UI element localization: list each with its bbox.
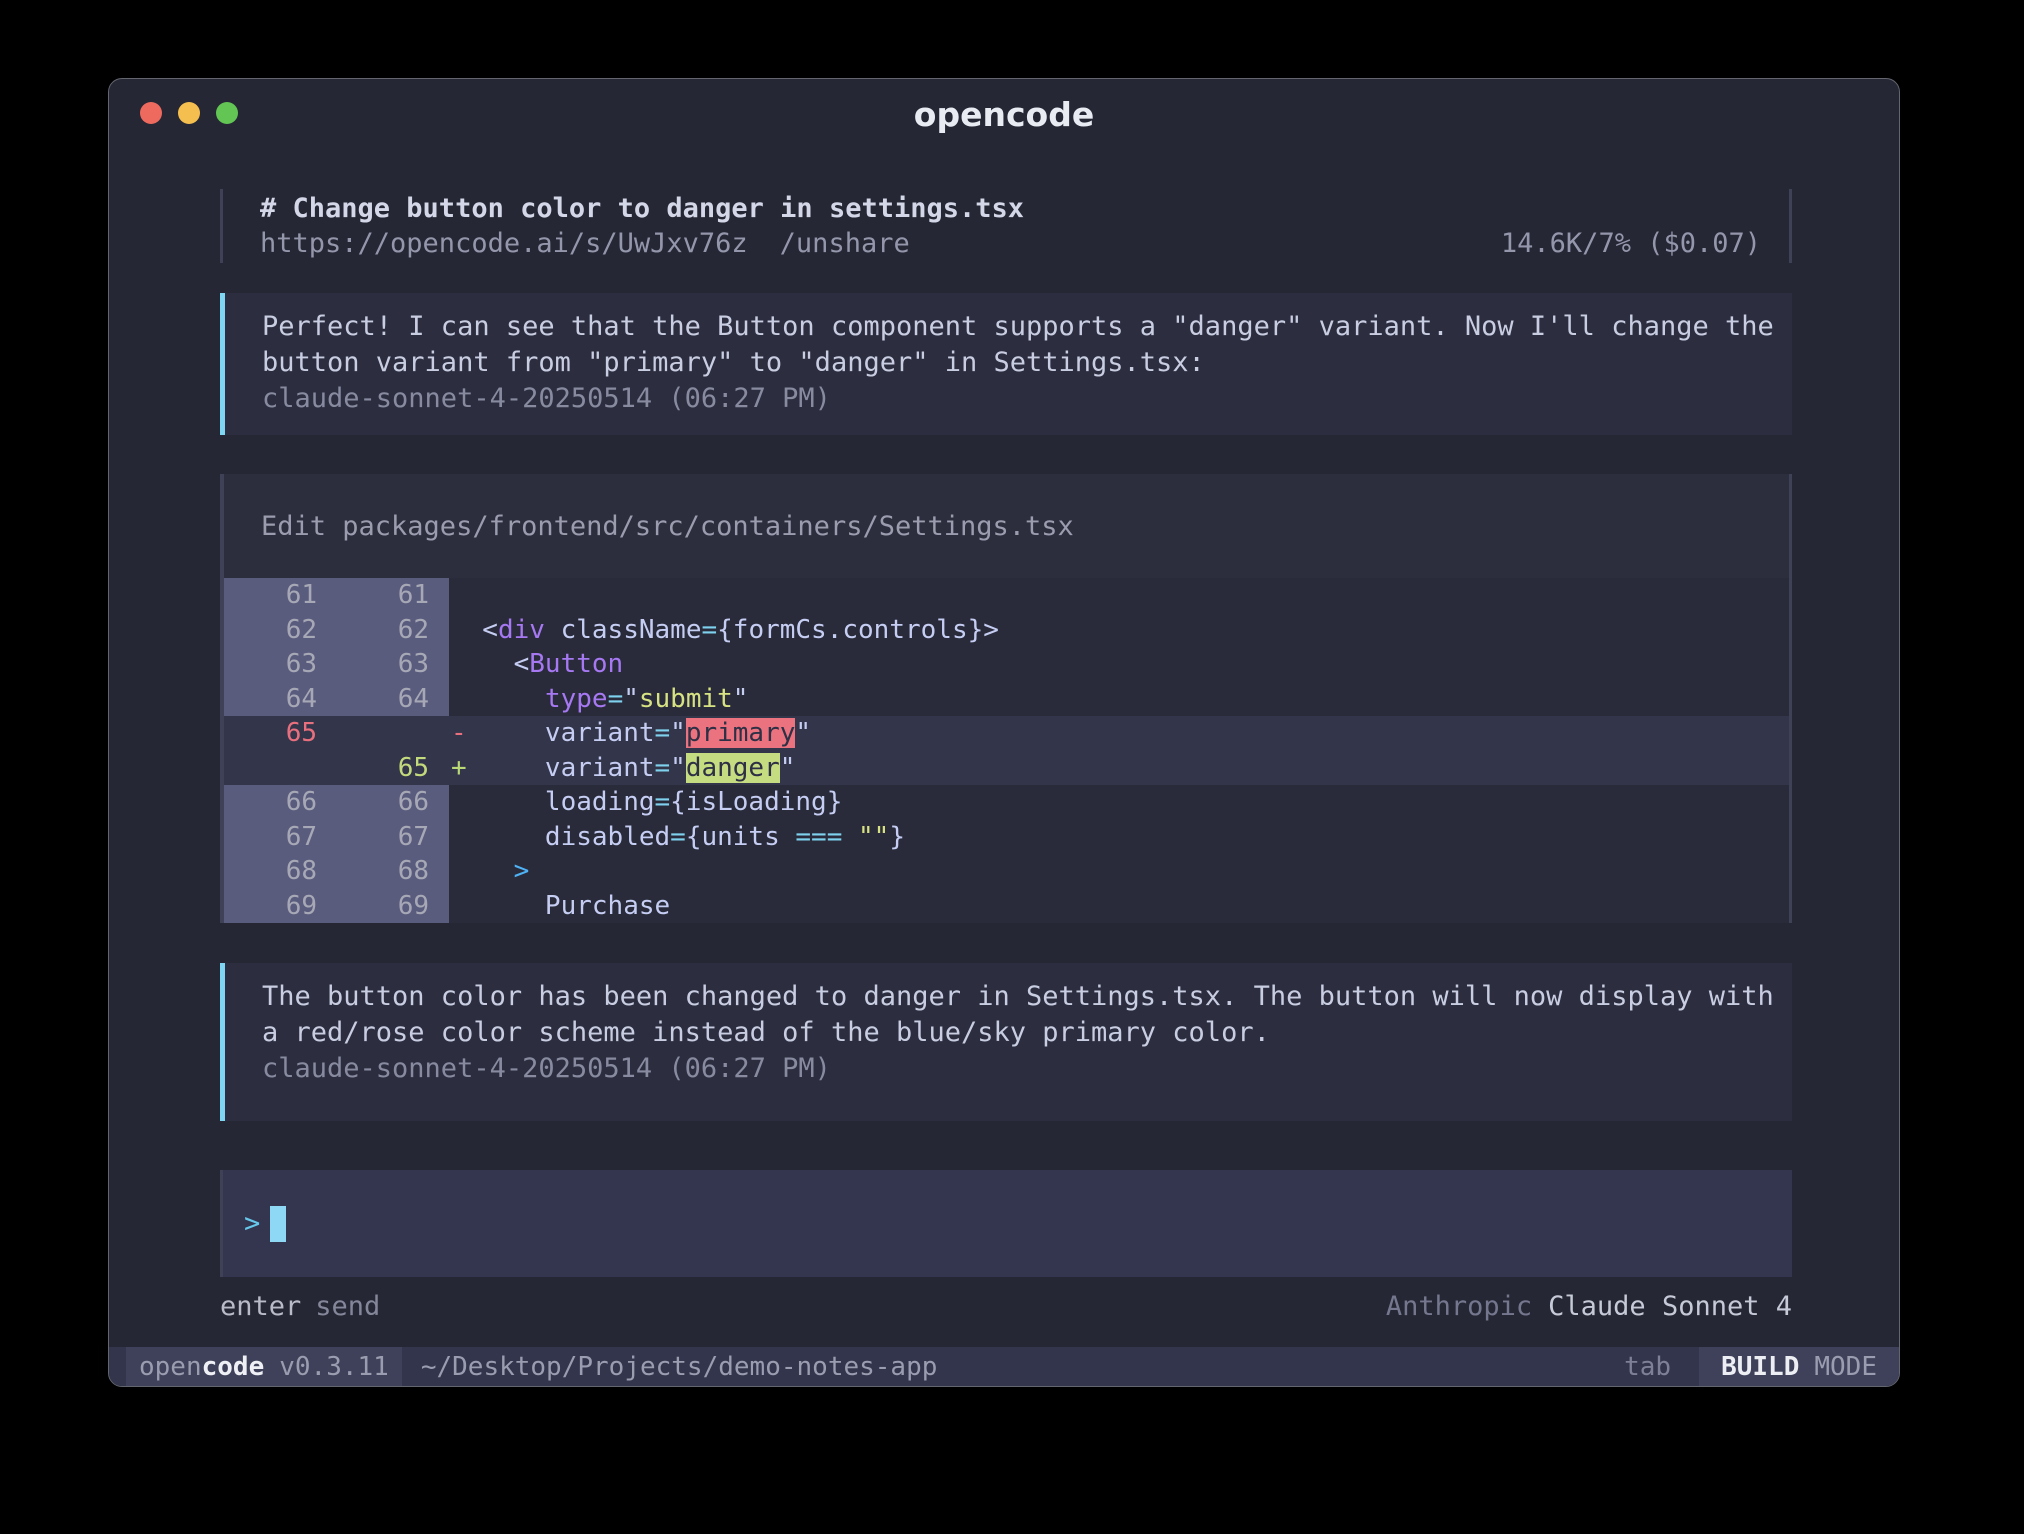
diff-marker [451, 854, 467, 889]
diff-row: 6363 <Button [224, 647, 1789, 682]
old-line-number: 62 [224, 613, 337, 648]
old-line-number: 67 [224, 820, 337, 855]
opencode-window: opencode # Change button color to danger… [108, 78, 1900, 1387]
session-title: # Change button color to danger in setti… [260, 191, 1024, 226]
prompt-input[interactable]: > [220, 1170, 1792, 1277]
diff-row: 6969 Purchase [224, 889, 1789, 924]
mode-bold-label: BUILD [1721, 1352, 1799, 1382]
diff-row: 6666 loading={isLoading} [224, 785, 1789, 820]
mode-chip[interactable]: BUILD MODE [1699, 1347, 1899, 1386]
enter-key-hint: enter [220, 1291, 301, 1322]
status-bar-right: tab BUILD MODE [1624, 1347, 1899, 1386]
message-text-line: The button color has been changed to dan… [262, 979, 1764, 1015]
new-line-number [337, 716, 449, 751]
message-text-line: a red/rose color scheme instead of the b… [262, 1015, 1764, 1051]
send-hint: enter send [220, 1291, 380, 1322]
status-bar: opencode v0.3.11 ~/Desktop/Projects/demo-… [109, 1347, 1899, 1386]
diff-row: 65 - variant="primary" [224, 716, 1789, 751]
new-line-number: 68 [337, 854, 449, 889]
working-directory: ~/Desktop/Projects/demo-notes-app [421, 1352, 938, 1382]
brand-code: code [202, 1352, 265, 1382]
assistant-message-1: Perfect! I can see that the Button compo… [220, 293, 1792, 435]
old-line-number: 61 [224, 578, 337, 613]
diff-rows: 6161 6262 <div className={formCs.control… [224, 578, 1789, 923]
diff-marker [451, 785, 467, 820]
message-text-line: button variant from "primary" to "danger… [262, 345, 1764, 381]
new-line-number: 66 [337, 785, 449, 820]
app-version-chip: opencode v0.3.11 [126, 1347, 402, 1386]
old-line-number: 65 [224, 716, 337, 751]
diff-row: 6464 type="submit" [224, 682, 1789, 717]
session-header: # Change button color to danger in setti… [220, 189, 1792, 263]
diff-code-line: Purchase [449, 889, 1789, 924]
tab-key-hint: tab [1624, 1352, 1671, 1382]
diff-code-line: type="submit" [449, 682, 1789, 717]
diff-marker [451, 820, 467, 855]
title-bar: opencode [109, 79, 1899, 143]
message-text-line: Perfect! I can see that the Button compo… [262, 309, 1764, 345]
edit-tool-title: Edit packages/frontend/src/containers/Se… [224, 474, 1789, 578]
session-subtitle: https://opencode.ai/s/UwJxv76z/unshare [260, 226, 1024, 261]
share-url[interactable]: https://opencode.ai/s/UwJxv76z [260, 228, 748, 259]
screen: opencode # Change button color to danger… [0, 0, 2024, 1534]
send-label: send [315, 1291, 380, 1322]
old-line-number [224, 751, 337, 786]
new-line-number: 64 [337, 682, 449, 717]
provider-name: Anthropic [1386, 1291, 1532, 1322]
diff-code-line: > [449, 854, 1789, 889]
new-line-number: 69 [337, 889, 449, 924]
token-usage: 14.6K/7% ($0.07) [1501, 226, 1761, 261]
diff-row: 6868 > [224, 854, 1789, 889]
diff-row: 6767 disabled={units === ""} [224, 820, 1789, 855]
new-line-number: 63 [337, 647, 449, 682]
diff-code-line: + variant="danger" [449, 751, 1789, 786]
model-name: Claude Sonnet 4 [1548, 1291, 1792, 1322]
brand-open: open [139, 1352, 202, 1382]
diff-row: 6161 [224, 578, 1789, 613]
diff-code-line [449, 578, 1789, 613]
text-cursor [270, 1206, 286, 1242]
diff-code-line: loading={isLoading} [449, 785, 1789, 820]
model-indicator: Anthropic Claude Sonnet 4 [1386, 1291, 1792, 1322]
diff-marker [451, 647, 467, 682]
new-line-number: 65 [337, 751, 449, 786]
new-line-number: 62 [337, 613, 449, 648]
assistant-message-2: The button color has been changed to dan… [220, 963, 1792, 1121]
prompt-chevron-icon: > [244, 1208, 260, 1239]
old-line-number: 64 [224, 682, 337, 717]
diff-marker [451, 889, 467, 924]
diff-code-line: disabled={units === ""} [449, 820, 1789, 855]
edit-tool-block: Edit packages/frontend/src/containers/Se… [220, 474, 1792, 923]
diff-code-line: <div className={formCs.controls}> [449, 613, 1789, 648]
diff-code-line: <Button [449, 647, 1789, 682]
diff-code-line: - variant="primary" [449, 716, 1789, 751]
diff-marker [451, 682, 467, 717]
diff-row: 65+ variant="danger" [224, 751, 1789, 786]
main-column: # Change button color to danger in setti… [109, 143, 1899, 1347]
old-line-number: 69 [224, 889, 337, 924]
app-version: v0.3.11 [279, 1352, 389, 1382]
diff-marker [451, 578, 467, 613]
new-line-number: 61 [337, 578, 449, 613]
old-line-number: 66 [224, 785, 337, 820]
old-line-number: 63 [224, 647, 337, 682]
old-line-number: 68 [224, 854, 337, 889]
window-title: opencode [109, 95, 1899, 134]
diff-marker: - [451, 716, 467, 751]
message-model-meta: claude-sonnet-4-20250514 (06:27 PM) [262, 381, 1764, 417]
mode-rest-label: MODE [1814, 1352, 1877, 1382]
unshare-command[interactable]: /unshare [780, 228, 910, 259]
input-hint-row: enter send Anthropic Claude Sonnet 4 [220, 1289, 1792, 1323]
diff-marker: + [451, 751, 467, 786]
session-header-left: # Change button color to danger in setti… [260, 191, 1024, 261]
message-model-meta: claude-sonnet-4-20250514 (06:27 PM) [262, 1051, 1764, 1087]
diff-marker [451, 613, 467, 648]
new-line-number: 67 [337, 820, 449, 855]
diff-row: 6262 <div className={formCs.controls}> [224, 613, 1789, 648]
